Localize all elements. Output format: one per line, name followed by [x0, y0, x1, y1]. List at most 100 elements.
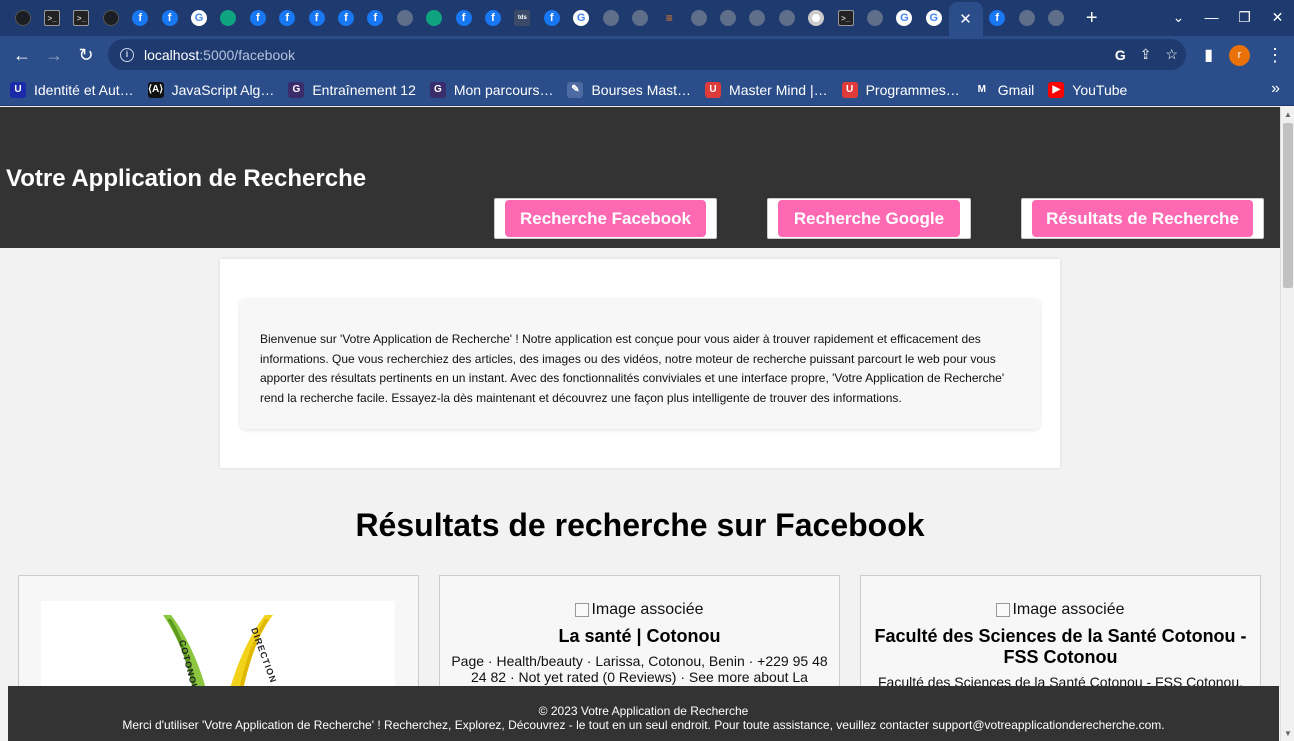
- browser-tab[interactable]: ≡: [655, 3, 684, 33]
- browser-tab[interactable]: f: [361, 3, 390, 33]
- browser-tab[interactable]: G: [566, 3, 595, 33]
- nav-item-google: Recherche Google: [767, 198, 971, 239]
- address-bar[interactable]: i localhost:5000/facebook G ⇪ ☆: [108, 39, 1186, 70]
- globe-icon: [396, 10, 413, 26]
- browser-tab[interactable]: tds: [508, 3, 537, 33]
- browser-tab[interactable]: [419, 3, 448, 33]
- url-text[interactable]: localhost:5000/facebook: [144, 47, 295, 63]
- browser-tab[interactable]: [596, 3, 625, 33]
- google-icon: G: [191, 10, 208, 26]
- browser-toolbar: ← → ↻ i localhost:5000/facebook G ⇪ ☆ ▮ …: [0, 36, 1294, 74]
- browser-tab[interactable]: [96, 3, 125, 33]
- browser-tab[interactable]: >_: [831, 3, 860, 33]
- intro-panel: Bienvenue sur 'Votre Application de Rech…: [240, 299, 1040, 429]
- broken-image-icon: [575, 603, 590, 617]
- google-icon: G: [896, 10, 913, 26]
- back-button[interactable]: ←: [6, 45, 38, 66]
- bookmark-icon: G: [288, 81, 305, 98]
- bookmark-icon: ▶: [1048, 81, 1065, 98]
- globe-icon: [1047, 10, 1064, 26]
- browser-tab[interactable]: G: [919, 3, 948, 33]
- close-window-button[interactable]: ✕: [1261, 9, 1294, 26]
- browser-tab[interactable]: f: [983, 3, 1012, 33]
- facebook-icon: f: [132, 10, 149, 26]
- bookmark-star-icon[interactable]: ☆: [1165, 46, 1178, 63]
- browser-tab[interactable]: f: [243, 3, 272, 33]
- bookmark-item[interactable]: ⟨A⟩ JavaScript Alg…: [147, 81, 275, 98]
- browser-tab[interactable]: f: [449, 3, 478, 33]
- search-results-link[interactable]: Résultats de Recherche: [1032, 200, 1253, 237]
- result-title-3[interactable]: Faculté des Sciences de la Santé Cotonou…: [871, 626, 1250, 668]
- side-panel-icon[interactable]: ▮: [1204, 45, 1213, 65]
- browser-tab[interactable]: [684, 3, 713, 33]
- browser-tab[interactable]: >_: [67, 3, 96, 33]
- browser-tab[interactable]: [713, 3, 742, 33]
- bookmark-item[interactable]: G Entraînement 12: [288, 81, 416, 98]
- bookmark-label: JavaScript Alg…: [171, 81, 275, 98]
- site-info-icon[interactable]: i: [120, 47, 134, 62]
- forward-button[interactable]: →: [38, 45, 70, 66]
- browser-tab[interactable]: [214, 3, 243, 33]
- scroll-down-arrow[interactable]: ▼: [1284, 729, 1292, 738]
- bookmark-item[interactable]: U Programmes…: [841, 81, 960, 98]
- google-lens-icon[interactable]: G: [1115, 47, 1126, 63]
- browser-tab[interactable]: f: [126, 3, 155, 33]
- restore-button[interactable]: ❐: [1228, 9, 1261, 26]
- browser-tab[interactable]: f: [302, 3, 331, 33]
- reload-button[interactable]: ↻: [70, 45, 102, 66]
- facebook-icon: f: [989, 10, 1006, 26]
- browser-tab[interactable]: f: [273, 3, 302, 33]
- bookmark-item[interactable]: ▶ YouTube: [1048, 81, 1128, 98]
- google-search-link[interactable]: Recherche Google: [778, 200, 960, 237]
- tab-search-button[interactable]: ⌄: [1162, 9, 1195, 26]
- result-image-3: Image associée: [996, 601, 1125, 619]
- minimize-button[interactable]: —: [1195, 9, 1228, 25]
- scroll-up-arrow[interactable]: ▲: [1284, 110, 1292, 119]
- result-title-2[interactable]: La santé | Cotonou: [450, 626, 829, 647]
- browser-tab[interactable]: [625, 3, 654, 33]
- globe-icon: [602, 10, 619, 26]
- browser-tab[interactable]: [802, 3, 831, 33]
- browser-tab[interactable]: f: [155, 3, 184, 33]
- browser-tab[interactable]: [8, 3, 37, 33]
- scrollbar-thumb[interactable]: [1283, 123, 1293, 288]
- close-tab-icon[interactable]: ✕: [959, 10, 972, 28]
- bookmark-item[interactable]: G Mon parcours…: [429, 81, 553, 98]
- page-scrollbar[interactable]: ▲ ▼: [1280, 107, 1294, 741]
- browser-tab[interactable]: G: [184, 3, 213, 33]
- browser-tab[interactable]: [743, 3, 772, 33]
- globe-icon: [1018, 10, 1035, 26]
- profile-avatar[interactable]: r: [1229, 44, 1250, 66]
- toolbar-right: ▮ r ⋮: [1204, 36, 1284, 74]
- bookmark-label: YouTube: [1072, 81, 1128, 98]
- facebook-search-link[interactable]: Recherche Facebook: [505, 200, 706, 237]
- browser-tab[interactable]: f: [478, 3, 507, 33]
- share-icon[interactable]: ⇪: [1140, 46, 1152, 63]
- new-tab-button[interactable]: +: [1077, 7, 1107, 30]
- browser-tab[interactable]: f: [537, 3, 566, 33]
- chatgpt-icon: [426, 10, 443, 26]
- browser-tab[interactable]: [1041, 3, 1070, 33]
- browser-tab-strip: >_ >_ f f Gf f f f f f f tds f G ≡ >_ G G ✕ f + ⌄ — ❐ ✕: [0, 0, 1294, 36]
- google-photos-icon: G: [925, 10, 942, 26]
- bookmark-item[interactable]: U Master Mind |…: [705, 81, 828, 98]
- browser-tab[interactable]: f: [331, 3, 360, 33]
- browser-menu-icon[interactable]: ⋮: [1266, 45, 1284, 66]
- browser-tab[interactable]: [772, 3, 801, 33]
- bookmark-item[interactable]: M Gmail: [973, 81, 1034, 98]
- tds-icon: tds: [514, 10, 531, 26]
- browser-tab[interactable]: [390, 3, 419, 33]
- browser-tab[interactable]: [1012, 3, 1041, 33]
- terminal-icon: >_: [44, 10, 61, 26]
- bookmark-label: Identité et Aut…: [34, 81, 134, 98]
- bookmarks-more-button[interactable]: »: [1271, 80, 1280, 98]
- browser-tab[interactable]: >_: [37, 3, 66, 33]
- bookmark-item[interactable]: U Identité et Aut…: [10, 81, 134, 98]
- active-tab[interactable]: ✕: [948, 2, 983, 36]
- tab-list: >_ >_ f f Gf f f f f f f tds f G ≡ >_ G G ✕ f: [8, 0, 1071, 36]
- svg-text:DIRECTION D: DIRECTION D: [249, 626, 282, 695]
- browser-tab[interactable]: G: [890, 3, 919, 33]
- browser-tab[interactable]: [860, 3, 889, 33]
- bookmark-item[interactable]: ✎ Bourses Mast…: [567, 81, 691, 98]
- bookmark-label: Programmes…: [865, 81, 960, 98]
